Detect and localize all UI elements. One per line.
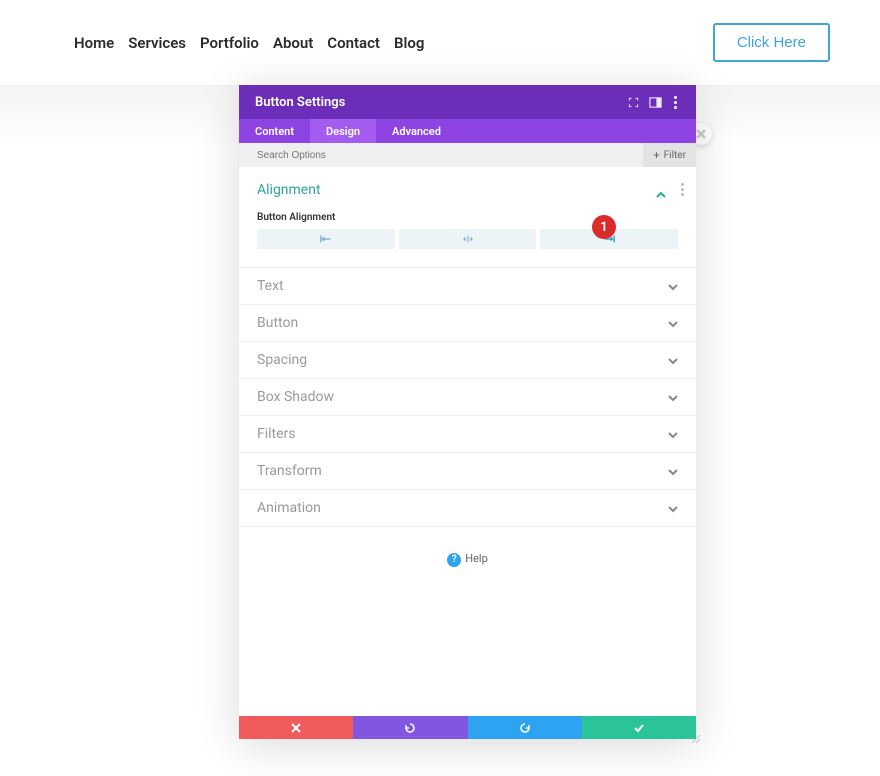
tab-design[interactable]: Design	[310, 119, 376, 143]
chevron-down-icon	[668, 425, 678, 444]
modal-menu-button[interactable]	[666, 96, 684, 109]
tabs: Content Design Advanced	[239, 119, 696, 143]
nav-item-services[interactable]: Services	[128, 34, 186, 52]
sections: Alignment Button Alignment 1 Text	[239, 167, 696, 716]
search-row: + Filter	[239, 143, 696, 167]
redo-icon	[519, 722, 531, 734]
chevron-down-icon	[668, 314, 678, 333]
undo-button[interactable]	[353, 716, 467, 739]
align-left-icon	[320, 234, 332, 244]
chevron-down-icon	[668, 277, 678, 296]
help-icon: ?	[447, 553, 461, 567]
filter-label: Filter	[664, 150, 686, 161]
nav-item-portfolio[interactable]: Portfolio	[200, 34, 259, 52]
filter-button[interactable]: + Filter	[643, 143, 696, 167]
resize-icon	[686, 729, 702, 745]
annotation-badge: 1	[592, 215, 616, 239]
section-title: Button	[257, 315, 298, 331]
nav-links: Home Services Portfolio About Contact Bl…	[74, 34, 424, 52]
panel-icon	[649, 96, 662, 109]
snap-button[interactable]	[644, 91, 666, 113]
section-box-shadow[interactable]: Box Shadow	[239, 379, 696, 416]
chevron-down-icon	[668, 351, 678, 370]
top-nav: Home Services Portfolio About Contact Bl…	[0, 0, 880, 86]
section-spacing[interactable]: Spacing	[239, 342, 696, 379]
section-animation[interactable]: Animation	[239, 490, 696, 527]
modal-header: Button Settings	[239, 85, 696, 119]
section-title: Transform	[257, 463, 322, 479]
resize-handle[interactable]	[686, 729, 702, 745]
modal-title: Button Settings	[255, 95, 622, 110]
section-title: Spacing	[257, 352, 307, 368]
help-label: Help	[465, 552, 488, 565]
nav-item-contact[interactable]: Contact	[327, 34, 380, 52]
expand-icon	[627, 96, 640, 109]
alignment-toggle-group: 1	[257, 229, 678, 249]
nav-item-blog[interactable]: Blog	[394, 34, 424, 52]
section-text[interactable]: Text	[239, 268, 696, 305]
save-button[interactable]	[582, 716, 696, 739]
search-input[interactable]	[257, 150, 643, 161]
close-icon	[696, 129, 706, 139]
check-icon	[633, 722, 645, 734]
undo-icon	[404, 722, 416, 734]
section-title: Text	[257, 278, 284, 294]
section-title: Box Shadow	[257, 389, 334, 405]
section-button[interactable]: Button	[239, 305, 696, 342]
section-title-alignment: Alignment	[257, 182, 678, 198]
section-transform[interactable]: Transform	[239, 453, 696, 490]
section-title: Animation	[257, 500, 321, 516]
section-title: Filters	[257, 426, 296, 442]
chevron-down-icon	[668, 388, 678, 407]
settings-modal: Button Settings Content Design Advanced …	[239, 85, 696, 739]
nav-item-about[interactable]: About	[273, 34, 313, 52]
close-icon	[290, 722, 302, 734]
tab-content[interactable]: Content	[239, 119, 310, 143]
help-button[interactable]: ? Help	[239, 527, 696, 587]
align-center-button[interactable]	[399, 229, 537, 249]
collapse-button[interactable]	[656, 185, 666, 204]
tab-advanced[interactable]: Advanced	[376, 119, 457, 143]
nav-item-home[interactable]: Home	[74, 34, 114, 52]
section-filters[interactable]: Filters	[239, 416, 696, 453]
section-menu-button[interactable]	[681, 183, 684, 196]
modal-footer	[239, 716, 696, 739]
redo-button[interactable]	[468, 716, 582, 739]
section-alignment: Alignment Button Alignment 1	[239, 167, 696, 268]
expand-button[interactable]	[622, 91, 644, 113]
chevron-down-icon	[668, 499, 678, 518]
cancel-button[interactable]	[239, 716, 353, 739]
align-left-button[interactable]	[257, 229, 395, 249]
align-center-icon	[462, 234, 474, 244]
cta-button[interactable]: Click Here	[713, 23, 830, 62]
chevron-up-icon	[656, 190, 666, 200]
plus-icon: +	[653, 149, 659, 162]
chevron-down-icon	[668, 462, 678, 481]
